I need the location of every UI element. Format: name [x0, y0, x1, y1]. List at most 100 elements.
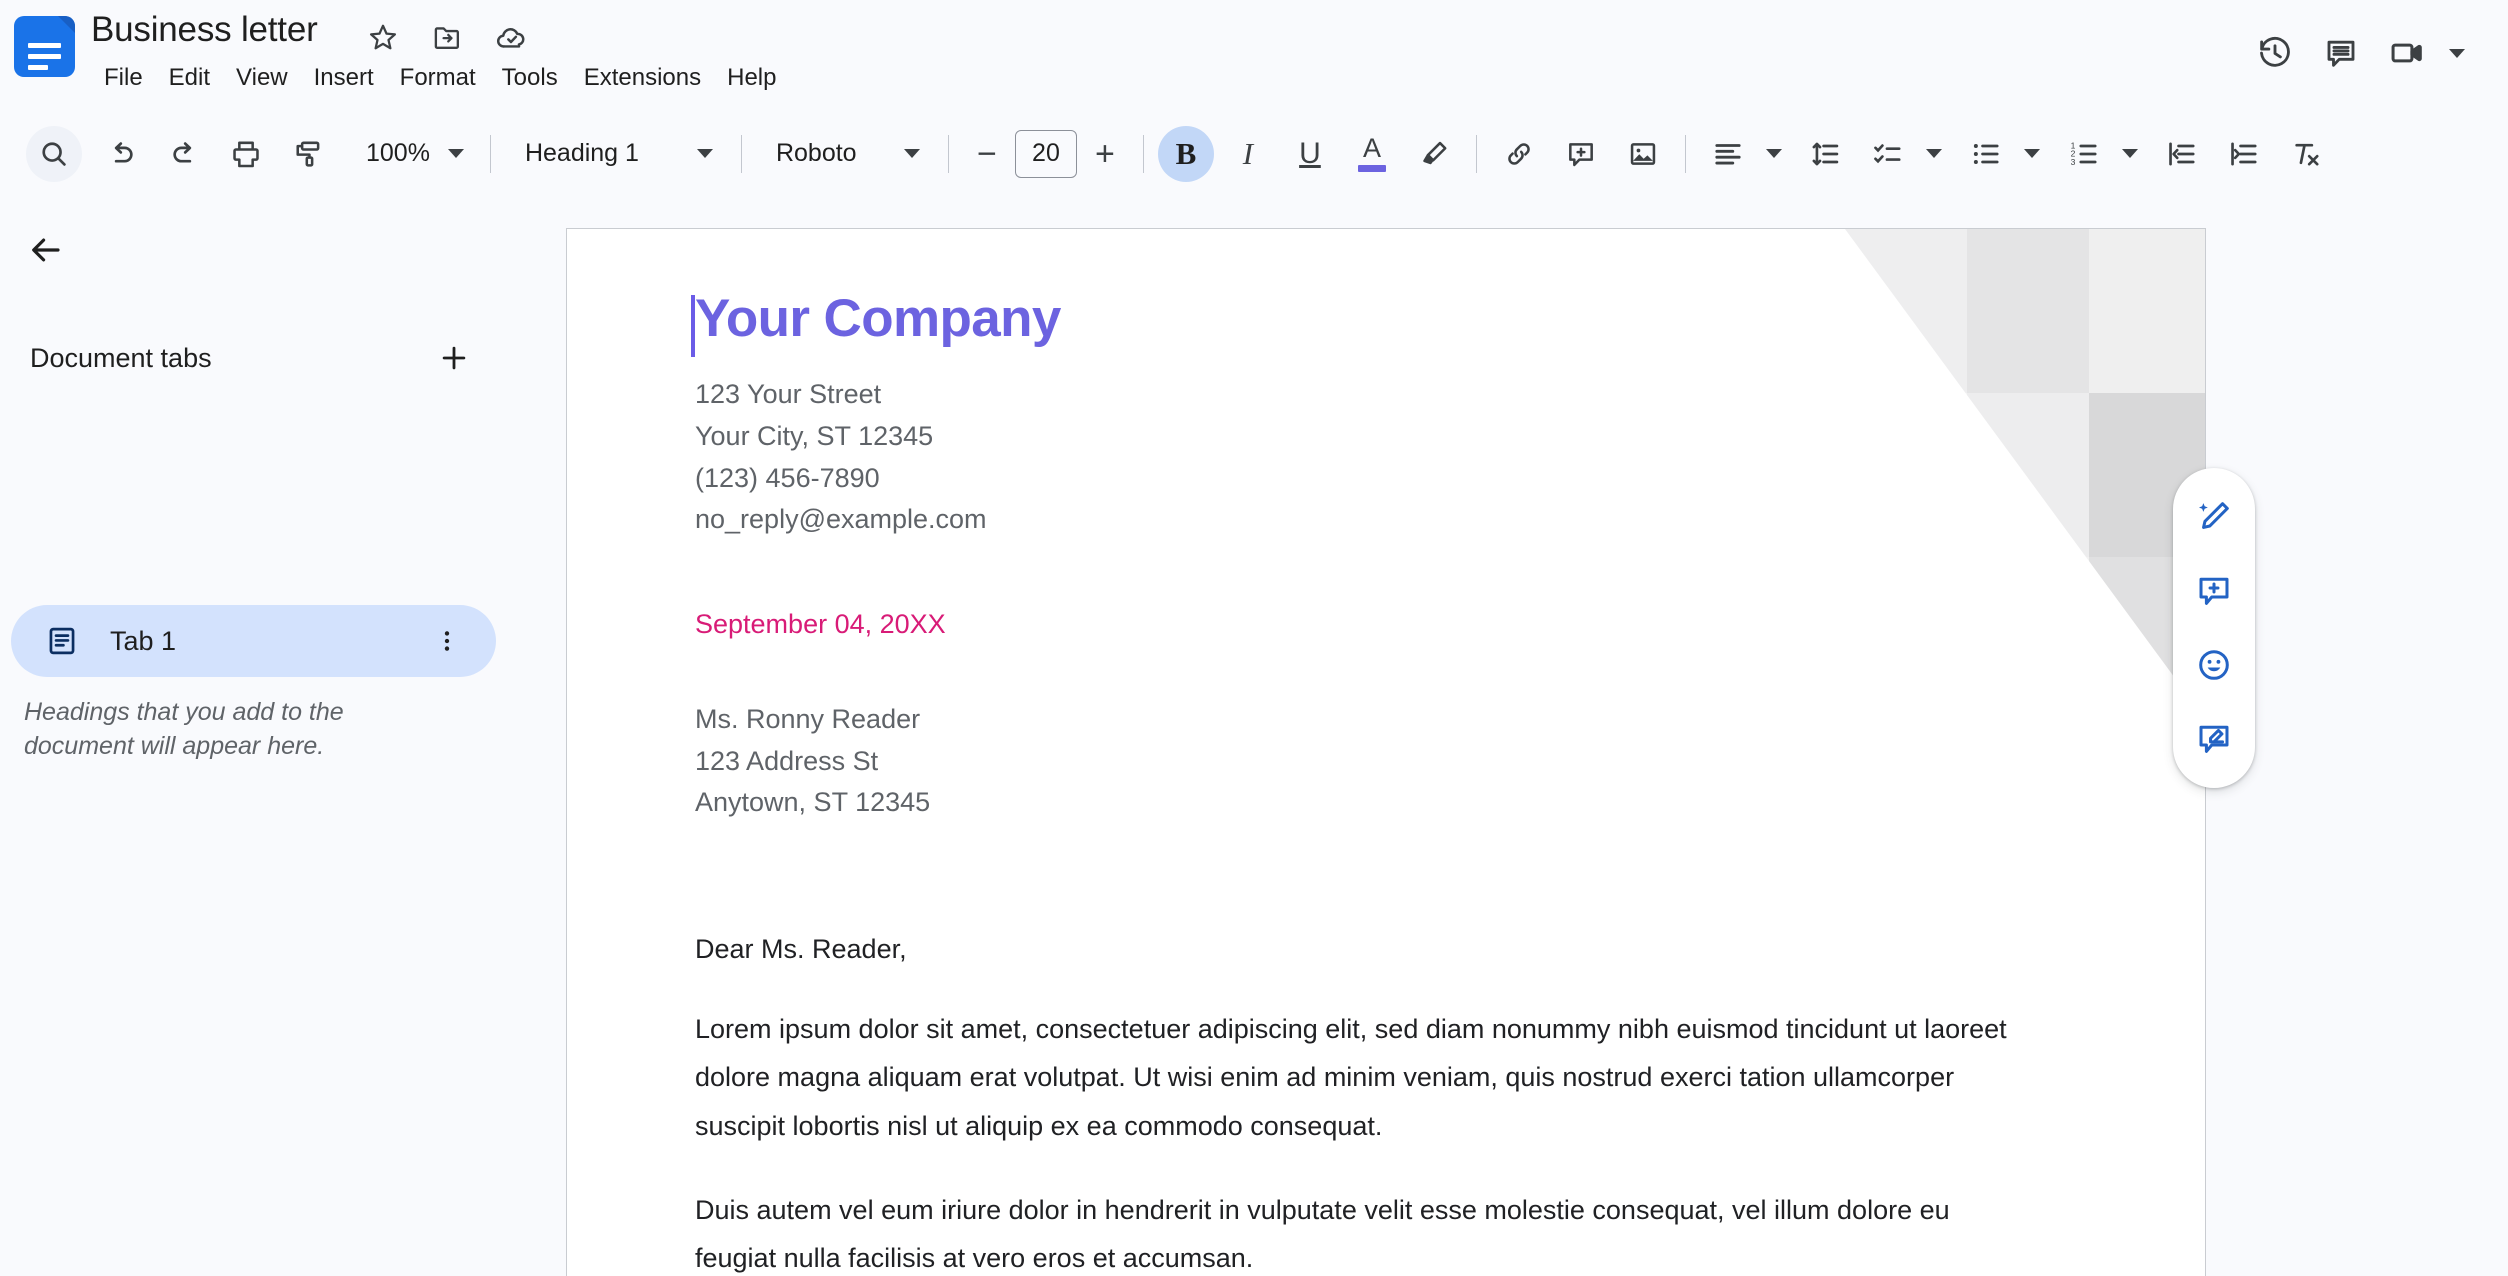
font-size-input[interactable] — [1014, 129, 1077, 178]
numbered-list-caret-icon[interactable] — [2112, 126, 2148, 182]
menu-format[interactable]: Format — [387, 60, 489, 96]
add-comment-button[interactable] — [1553, 126, 1609, 182]
menu-insert[interactable]: Insert — [301, 60, 387, 96]
address-line: 123 Your Street — [695, 379, 882, 410]
document-page[interactable]: Your Company 123 Your Street Your City, … — [566, 228, 2206, 1276]
deco-cell — [2089, 229, 2205, 393]
body-paragraph[interactable]: Lorem ipsum dolor sit amet, consectetuer… — [695, 1005, 2025, 1149]
font-family-value: Roboto — [775, 139, 857, 167]
company-heading[interactable]: Your Company — [691, 289, 2025, 357]
zoom-selector[interactable]: 100% — [348, 126, 476, 182]
ai-edit-icon[interactable] — [2179, 482, 2249, 552]
align-button[interactable] — [1700, 126, 1756, 182]
recipient-address-block[interactable]: Ms. Ronny Reader 123 Address St Anytown,… — [695, 699, 2025, 824]
document-tabs-title: Document tabs — [30, 342, 212, 373]
google-docs-icon[interactable] — [14, 16, 75, 77]
salutation[interactable]: Dear Ms. Reader, — [695, 929, 2025, 970]
font-size-stepper: − + — [963, 129, 1129, 178]
chevron-down-icon — [2121, 149, 2138, 158]
chevron-down-icon — [447, 149, 464, 158]
clear-formatting-button[interactable] — [2278, 126, 2334, 182]
menu-extensions[interactable]: Extensions — [571, 60, 714, 96]
recipient-line: Ms. Ronny Reader — [695, 704, 921, 735]
bold-button[interactable]: B — [1157, 125, 1214, 182]
toolbar-divider — [1475, 134, 1477, 173]
star-icon[interactable] — [364, 18, 402, 56]
menu-file[interactable]: File — [91, 60, 156, 96]
decrease-font-size-button[interactable]: − — [963, 130, 1011, 178]
redo-button[interactable] — [156, 126, 212, 182]
zoom-value: 100% — [366, 139, 430, 167]
add-emoji-reaction-icon[interactable] — [2179, 630, 2249, 700]
letter-date[interactable]: September 04, 20XX — [695, 604, 2025, 645]
checklist-button[interactable] — [1860, 126, 1916, 182]
print-button[interactable] — [218, 126, 274, 182]
body-paragraph[interactable]: Duis autem vel eum iriure dolor in hendr… — [695, 1186, 2025, 1276]
top-right-actions — [2242, 20, 2474, 86]
document-tab-icon — [45, 624, 79, 658]
checklist-control — [1860, 126, 1952, 182]
toolbar-divider — [1142, 134, 1144, 173]
menu-tools[interactable]: Tools — [489, 60, 571, 96]
document-body[interactable]: Your Company 123 Your Street Your City, … — [691, 289, 2025, 1276]
underline-button[interactable]: U — [1282, 126, 1338, 182]
address-line: no_reply@example.com — [695, 504, 987, 535]
back-button[interactable] — [14, 218, 78, 282]
svg-text:3: 3 — [2071, 156, 2076, 166]
menu-view[interactable]: View — [223, 60, 301, 96]
chevron-down-icon — [2023, 149, 2040, 158]
add-tab-button[interactable] — [426, 330, 482, 386]
document-canvas[interactable]: Your Company 123 Your Street Your City, … — [540, 190, 2508, 1276]
align-caret-icon[interactable] — [1756, 126, 1792, 182]
version-history-icon[interactable] — [2242, 20, 2308, 86]
document-tabs-header: Document tabs — [0, 330, 500, 386]
sender-address-block[interactable]: 123 Your Street Your City, ST 12345 (123… — [695, 374, 2025, 540]
logo-line — [28, 43, 61, 48]
increase-font-size-button[interactable]: + — [1081, 130, 1129, 178]
italic-button[interactable]: I — [1220, 126, 1276, 182]
insert-image-button[interactable] — [1615, 126, 1671, 182]
line-spacing-button[interactable] — [1798, 126, 1854, 182]
insert-link-button[interactable] — [1491, 126, 1547, 182]
meet-camera-icon[interactable] — [2374, 20, 2440, 86]
cloud-saved-icon[interactable] — [492, 18, 530, 56]
paragraph-style-selector[interactable]: Heading 1 — [505, 126, 727, 182]
address-line: (123) 456-7890 — [695, 462, 880, 493]
suggest-edit-icon[interactable] — [2179, 704, 2249, 774]
chevron-down-icon — [2449, 48, 2465, 58]
add-comment-icon[interactable] — [2179, 556, 2249, 626]
meet-caret-icon[interactable] — [2440, 20, 2474, 86]
tabs-empty-hint: Headings that you add to the document wi… — [24, 698, 344, 760]
comment-history-icon[interactable] — [2308, 20, 2374, 86]
font-family-selector[interactable]: Roboto — [756, 126, 934, 182]
bulleted-list-caret-icon[interactable] — [2014, 126, 2050, 182]
search-button[interactable] — [26, 125, 82, 182]
bulleted-list-control — [1958, 126, 2050, 182]
logo-line — [28, 54, 61, 59]
bold-label: B — [1175, 135, 1197, 171]
tab-label: Tab 1 — [110, 625, 177, 656]
text-color-swatch — [1357, 165, 1386, 172]
highlight-color-button[interactable] — [1406, 126, 1462, 182]
numbered-list-button[interactable]: 1 2 3 — [2056, 126, 2112, 182]
decrease-indent-button[interactable] — [2154, 126, 2210, 182]
chevron-down-icon — [903, 149, 920, 158]
move-to-folder-icon[interactable] — [428, 18, 466, 56]
italic-label: I — [1242, 135, 1254, 171]
menu-edit[interactable]: Edit — [156, 60, 223, 96]
undo-button[interactable] — [94, 126, 150, 182]
text-color-button[interactable]: A — [1344, 126, 1400, 182]
bulleted-list-button[interactable] — [1958, 126, 2014, 182]
document-title[interactable]: Business letter — [91, 10, 318, 50]
align-control — [1700, 126, 1792, 182]
sidebar-item-tab-1[interactable]: Tab 1 — [11, 605, 496, 677]
paint-format-button[interactable] — [280, 126, 336, 182]
increase-indent-button[interactable] — [2216, 126, 2272, 182]
text-cursor — [691, 295, 695, 357]
checklist-caret-icon[interactable] — [1916, 126, 1952, 182]
company-heading-text: Your Company — [695, 289, 1061, 348]
tab-options-icon[interactable] — [424, 618, 470, 664]
menu-help[interactable]: Help — [714, 60, 789, 96]
recipient-line: 123 Address St — [695, 745, 879, 776]
numbered-list-control: 1 2 3 — [2056, 126, 2148, 182]
